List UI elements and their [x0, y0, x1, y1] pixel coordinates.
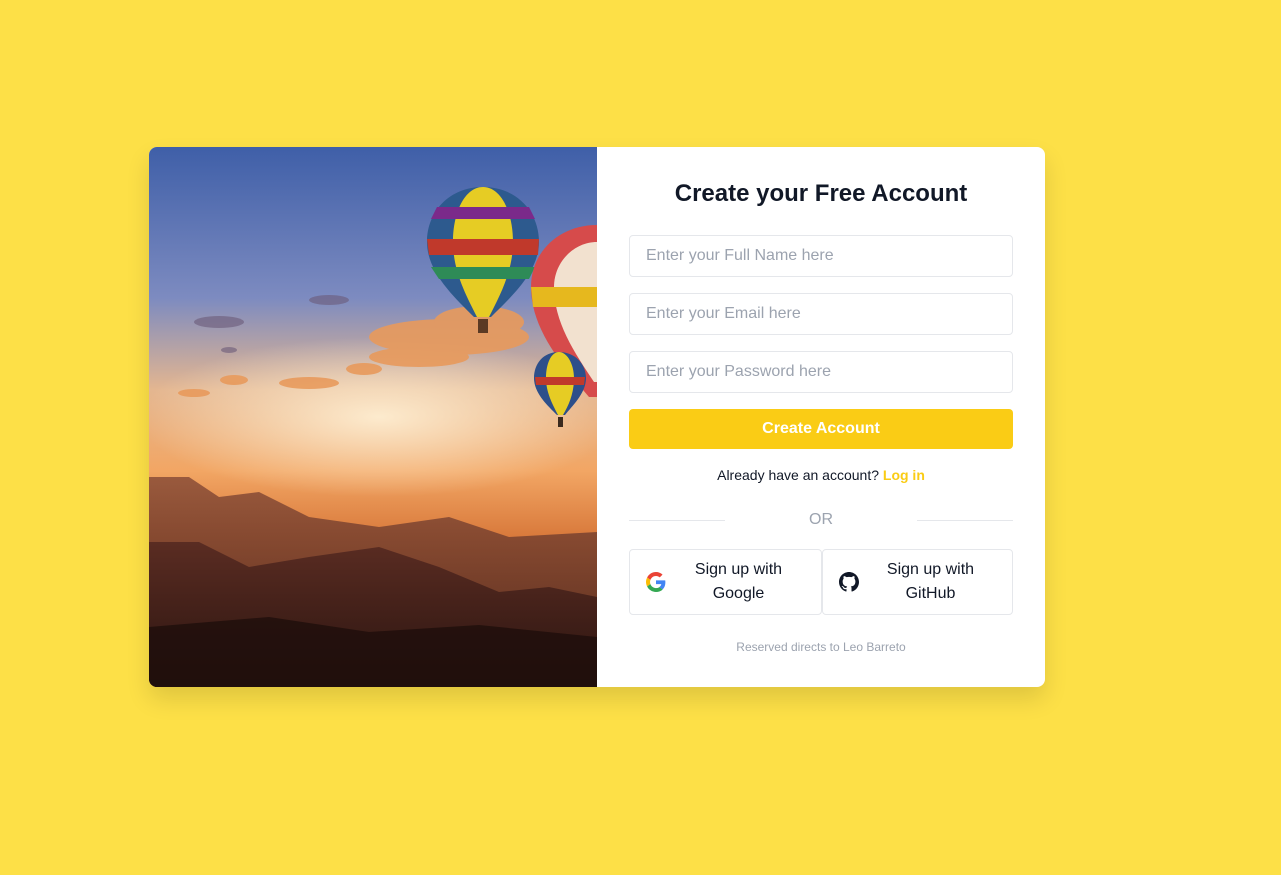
footer-text: Reserved directs to Leo Barreto [736, 640, 906, 654]
login-link[interactable]: Log in [883, 467, 925, 483]
github-icon [839, 572, 859, 592]
password-input[interactable] [629, 351, 1013, 393]
or-divider: OR [629, 510, 1013, 530]
signup-card: Create your Free Account Create Account … [149, 147, 1045, 687]
github-signup-label: Sign up with GitHub [886, 561, 975, 602]
google-signup-button[interactable]: Sign up with Google [629, 549, 822, 615]
full-name-input[interactable] [629, 235, 1013, 277]
email-input[interactable] [629, 293, 1013, 335]
login-prompt-text: Already have an account? [717, 467, 879, 483]
login-prompt-row: Already have an account? Log in [597, 467, 1045, 483]
google-icon [646, 572, 666, 592]
signup-form-panel: Create your Free Account Create Account … [597, 147, 1045, 687]
create-account-button[interactable]: Create Account [629, 409, 1013, 449]
divider-line-right [917, 520, 1013, 521]
google-signup-label: Sign up with Google [694, 561, 783, 602]
hot-air-balloon-image [149, 147, 597, 687]
page-title: Create your Free Account [674, 180, 968, 207]
github-signup-button[interactable]: Sign up with GitHub [822, 549, 1013, 615]
